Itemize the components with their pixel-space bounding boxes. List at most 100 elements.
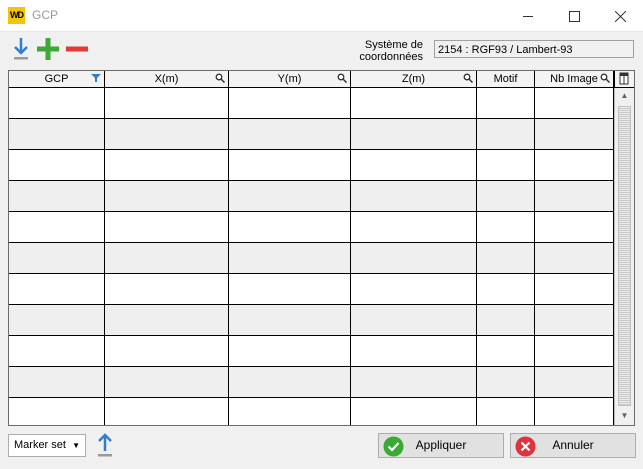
scrollbar-track[interactable] — [618, 106, 631, 406]
table-cell[interactable] — [9, 305, 105, 335]
column-header-nb-image[interactable]: Nb Image — [535, 71, 614, 87]
table-row[interactable] — [9, 119, 614, 150]
table-cell[interactable] — [351, 398, 477, 425]
table-cell[interactable] — [105, 305, 229, 335]
table-cell[interactable] — [105, 336, 229, 366]
table-row[interactable] — [9, 88, 614, 119]
table-cell[interactable] — [351, 212, 477, 242]
table-cell[interactable] — [351, 274, 477, 304]
table-cell[interactable] — [477, 305, 535, 335]
table-cell[interactable] — [477, 181, 535, 211]
search-icon[interactable] — [463, 73, 473, 83]
table-cell[interactable] — [9, 367, 105, 397]
table-cell[interactable] — [9, 150, 105, 180]
table-cell[interactable] — [535, 181, 614, 211]
table-cell[interactable] — [477, 398, 535, 425]
table-cell[interactable] — [229, 212, 351, 242]
import-button[interactable] — [9, 36, 33, 62]
table-cell[interactable] — [229, 150, 351, 180]
table-cell[interactable] — [535, 305, 614, 335]
table-cell[interactable] — [535, 150, 614, 180]
table-cell[interactable] — [477, 119, 535, 149]
table-cell[interactable] — [229, 398, 351, 425]
table-cell[interactable] — [9, 212, 105, 242]
table-cell[interactable] — [9, 398, 105, 425]
table-cell[interactable] — [477, 274, 535, 304]
table-cell[interactable] — [229, 305, 351, 335]
table-cell[interactable] — [105, 274, 229, 304]
search-icon[interactable] — [600, 73, 610, 83]
apply-button[interactable]: Appliquer — [378, 433, 504, 458]
vertical-scrollbar[interactable]: ▲ ▼ — [614, 88, 634, 425]
table-cell[interactable] — [229, 119, 351, 149]
table-row[interactable] — [9, 212, 614, 243]
table-cell[interactable] — [477, 212, 535, 242]
table-cell[interactable] — [105, 243, 229, 273]
table-cell[interactable] — [105, 181, 229, 211]
gcp-table[interactable]: GCP X(m) Y(m) Z(m) Motif Nb Image ▲ ▼ — [8, 70, 635, 426]
table-cell[interactable] — [229, 181, 351, 211]
column-header-gcp[interactable]: GCP — [9, 71, 105, 87]
table-cell[interactable] — [351, 119, 477, 149]
table-cell[interactable] — [535, 367, 614, 397]
minimize-button[interactable] — [505, 0, 551, 31]
remove-gcp-button[interactable] — [65, 36, 89, 62]
table-cell[interactable] — [9, 274, 105, 304]
table-cell[interactable] — [229, 367, 351, 397]
cancel-button[interactable]: Annuler — [510, 433, 636, 458]
table-row[interactable] — [9, 181, 614, 212]
table-cell[interactable] — [105, 367, 229, 397]
table-cell[interactable] — [477, 243, 535, 273]
add-gcp-button[interactable] — [36, 36, 60, 62]
table-row[interactable] — [9, 150, 614, 181]
table-cell[interactable] — [535, 88, 614, 118]
table-cell[interactable] — [105, 150, 229, 180]
table-cell[interactable] — [105, 119, 229, 149]
column-header-x[interactable]: X(m) — [105, 71, 229, 87]
table-cell[interactable] — [9, 181, 105, 211]
coordinate-system-field[interactable]: 2154 : RGF93 / Lambert-93 — [434, 40, 634, 58]
table-cell[interactable] — [351, 305, 477, 335]
table-cell[interactable] — [535, 274, 614, 304]
table-cell[interactable] — [9, 336, 105, 366]
table-cell[interactable] — [229, 243, 351, 273]
search-icon[interactable] — [215, 73, 225, 83]
table-cell[interactable] — [105, 398, 229, 425]
table-cell[interactable] — [9, 88, 105, 118]
search-icon[interactable] — [337, 73, 347, 83]
maximize-button[interactable] — [551, 0, 597, 31]
filter-icon[interactable] — [91, 73, 101, 83]
column-header-motif[interactable]: Motif — [477, 71, 535, 87]
table-row[interactable] — [9, 305, 614, 336]
table-cell[interactable] — [535, 243, 614, 273]
table-cell[interactable] — [351, 336, 477, 366]
table-row[interactable] — [9, 274, 614, 305]
table-cell[interactable] — [351, 88, 477, 118]
table-cell[interactable] — [9, 119, 105, 149]
scroll-up-arrow-icon[interactable]: ▲ — [615, 88, 634, 104]
close-button[interactable] — [597, 0, 643, 31]
table-cell[interactable] — [477, 150, 535, 180]
column-chooser-button[interactable] — [614, 71, 634, 88]
table-cell[interactable] — [229, 88, 351, 118]
table-row[interactable] — [9, 367, 614, 398]
table-cell[interactable] — [9, 243, 105, 273]
export-button[interactable] — [93, 431, 117, 459]
table-cell[interactable] — [105, 212, 229, 242]
table-cell[interactable] — [351, 181, 477, 211]
table-cell[interactable] — [477, 336, 535, 366]
table-cell[interactable] — [535, 119, 614, 149]
table-cell[interactable] — [535, 398, 614, 425]
table-cell[interactable] — [535, 212, 614, 242]
table-cell[interactable] — [105, 88, 229, 118]
marker-set-dropdown[interactable]: Marker set ▼ — [8, 434, 86, 457]
table-row[interactable] — [9, 243, 614, 274]
table-cell[interactable] — [229, 274, 351, 304]
table-cell[interactable] — [351, 243, 477, 273]
table-cell[interactable] — [535, 336, 614, 366]
table-cell[interactable] — [229, 336, 351, 366]
table-cell[interactable] — [351, 367, 477, 397]
scroll-down-arrow-icon[interactable]: ▼ — [615, 408, 634, 424]
table-cell[interactable] — [477, 367, 535, 397]
table-row[interactable] — [9, 336, 614, 367]
